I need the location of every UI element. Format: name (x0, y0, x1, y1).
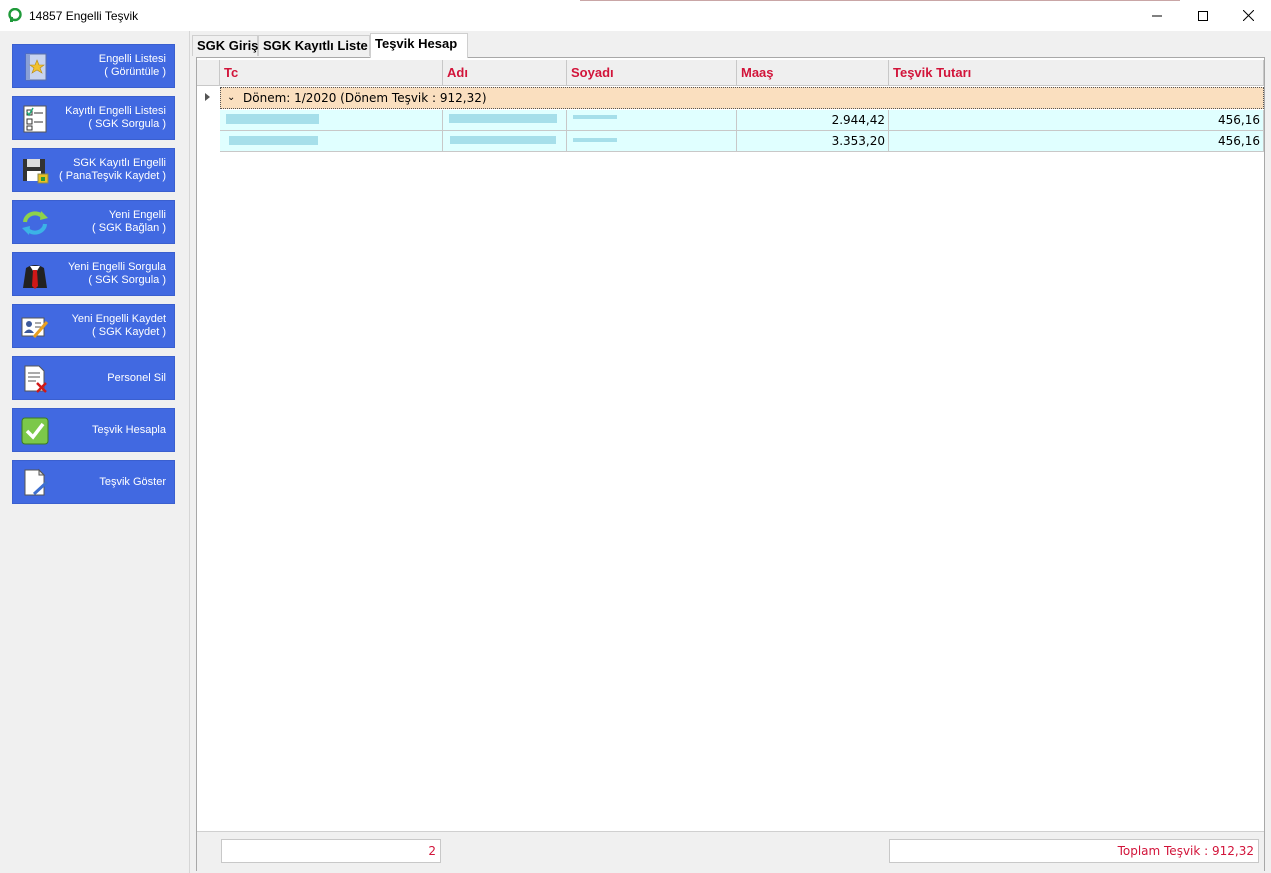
redacted-value (573, 115, 617, 119)
sidebar-item-label: Personel Sil (107, 371, 166, 384)
sidebar-item-tesvik-goster[interactable]: Teşvik Göster (12, 460, 175, 504)
minimize-button[interactable] (1134, 0, 1180, 31)
group-row-label: Dönem: 1/2020 (Dönem Teşvik : 912,32) (243, 91, 487, 105)
sidebar-item-label: Yeni Engelli Sorgula (67, 261, 166, 273)
sidebar-item-engelli-listesi[interactable]: Engelli Listesi( Görüntüle ) (12, 44, 175, 88)
data-grid: Tc Adı Soyadı Maaş Teşvik Tutarı ⌄ Dönem… (196, 57, 1265, 871)
column-header-tesvik-tutari[interactable]: Teşvik Tutarı (889, 60, 1264, 86)
cell-tc[interactable] (220, 131, 443, 151)
sidebar-item-yeni-engelli[interactable]: Yeni Engelli( SGK Bağlan ) (12, 200, 175, 244)
sidebar-item-personel-sil[interactable]: Personel Sil (12, 356, 175, 400)
close-icon (1242, 10, 1254, 21)
window-title: 14857 Engelli Teşvik (29, 9, 139, 23)
sidebar-item-label: Teşvik Göster (99, 475, 166, 488)
tab-sgk-kayitli-liste[interactable]: SGK Kayıtlı Liste (258, 35, 370, 56)
group-row[interactable]: ⌄ Dönem: 1/2020 (Dönem Teşvik : 912,32) (220, 87, 1264, 109)
total-tesvik-summary: Toplam Teşvik : 912,32 (889, 839, 1259, 863)
sidebar-item-kayitli-engelli-listesi[interactable]: Kayıtlı Engelli Listesi( SGK Sorgula ) (12, 96, 175, 140)
column-header-adi[interactable]: Adı (443, 60, 567, 86)
redacted-value (226, 114, 319, 124)
sidebar: Engelli Listesi( Görüntüle ) Kayıtlı Eng… (0, 31, 190, 873)
cell-soyadi[interactable] (567, 131, 737, 151)
sidebar-item-label: Kayıtlı Engelli Listesi (65, 105, 166, 117)
title-accent-line (580, 0, 1180, 1)
tab-tesvik-hesap[interactable]: Teşvik Hesap (370, 33, 468, 58)
close-button[interactable] (1225, 0, 1271, 31)
cell-soyadi[interactable] (567, 110, 737, 130)
sidebar-item-sublabel: ( SGK Bağlan ) (92, 222, 166, 234)
title-bar: 14857 Engelli Teşvik (0, 0, 1271, 31)
minimize-icon (1152, 15, 1162, 16)
table-row[interactable]: 2.944,42 456,16 (220, 110, 1264, 131)
row-indicator-header (197, 60, 220, 86)
app-logo-icon (8, 8, 22, 22)
cell-tesvik-tutari[interactable]: 456,16 (889, 110, 1264, 130)
redacted-value (229, 136, 318, 145)
cell-adi[interactable] (443, 110, 567, 130)
sidebar-item-sublabel: ( SGK Kaydet ) (92, 326, 166, 338)
column-header-tc[interactable]: Tc (220, 60, 443, 86)
sidebar-item-label: Teşvik Hesapla (92, 423, 166, 436)
redacted-value (573, 138, 617, 142)
sidebar-item-label: SGK Kayıtlı Engelli (73, 157, 166, 169)
column-header-maas[interactable]: Maaş (737, 60, 889, 86)
table-row[interactable]: 3.353,20 456,16 (220, 131, 1264, 152)
grid-footer: 2 Toplam Teşvik : 912,32 (197, 831, 1264, 871)
sidebar-item-sgk-kayitli-engelli[interactable]: SGK Kayıtlı Engelli( PanaTeşvik Kaydet ) (12, 148, 175, 192)
maximize-icon (1198, 10, 1208, 21)
cell-adi[interactable] (443, 131, 567, 151)
cell-tesvik-tutari[interactable]: 456,16 (889, 131, 1264, 151)
sidebar-item-sublabel: ( SGK Sorgula ) (88, 274, 166, 286)
tab-sgk-giris[interactable]: SGK Giriş (192, 35, 258, 56)
cell-maas[interactable]: 3.353,20 (737, 131, 889, 151)
sidebar-item-sublabel: ( PanaTeşvik Kaydet ) (59, 170, 166, 182)
sidebar-item-label: Yeni Engelli (108, 209, 166, 221)
maximize-button[interactable] (1180, 0, 1226, 31)
redacted-value (450, 136, 556, 144)
sidebar-item-label: Engelli Listesi (98, 53, 166, 65)
sidebar-item-tesvik-hesapla[interactable]: Teşvik Hesapla (12, 408, 175, 452)
row-count-summary: 2 (221, 839, 441, 863)
sidebar-item-yeni-engelli-sorgula[interactable]: Yeni Engelli Sorgula( SGK Sorgula ) (12, 252, 175, 296)
sidebar-item-sublabel: ( Görüntüle ) (104, 66, 166, 78)
redacted-value (449, 114, 557, 123)
cell-tc[interactable] (220, 110, 443, 130)
cell-maas[interactable]: 2.944,42 (737, 110, 889, 130)
column-header-soyadi[interactable]: Soyadı (567, 60, 737, 86)
sidebar-item-yeni-engelli-kaydet[interactable]: Yeni Engelli Kaydet( SGK Kaydet ) (12, 304, 175, 348)
row-indicator-arrow-icon (205, 93, 210, 101)
sidebar-item-sublabel: ( SGK Sorgula ) (88, 118, 166, 130)
sidebar-item-label: Yeni Engelli Kaydet (71, 313, 166, 325)
chevron-down-icon[interactable]: ⌄ (227, 88, 235, 108)
